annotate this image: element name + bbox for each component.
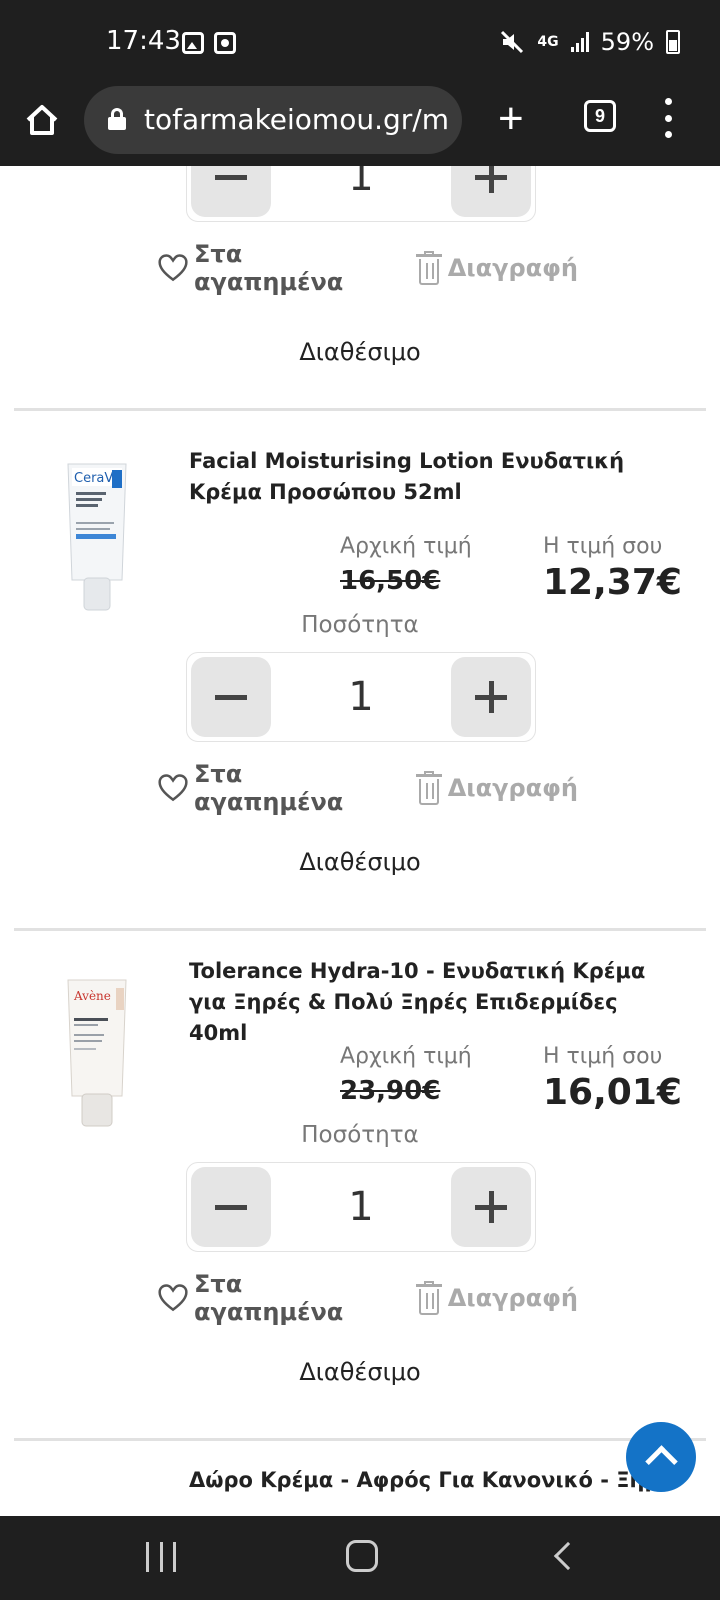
availability-status: Διαθέσιμο [299, 1358, 421, 1386]
gallery-notification-icon [182, 32, 204, 54]
address-bar[interactable]: tofarmakeiomou.gr/m [84, 86, 462, 154]
quantity-value[interactable]: 1 [271, 653, 451, 741]
product-title[interactable]: Facial Moisturising Lotion Ενυδατική Κρέ… [189, 446, 659, 508]
your-price-label: Η τιμή σου [543, 534, 663, 559]
decrease-quantity-button[interactable] [191, 1167, 271, 1247]
item-actions: Στα αγαπημένα Διαγραφή [158, 240, 578, 296]
availability-status: Διαθέσιμο [299, 338, 421, 366]
back-icon[interactable] [553, 1541, 583, 1571]
battery-icon [666, 30, 680, 54]
divider [14, 1438, 706, 1441]
original-price: 16,50€ [340, 566, 441, 596]
availability-status: Διαθέσιμο [299, 848, 421, 876]
status-time: 17:43 [106, 26, 181, 56]
product-brand-logo: Avène [73, 989, 111, 1003]
lock-icon [108, 108, 126, 130]
favorites-label: Στα αγαπημένα [194, 760, 344, 816]
screenshot-notification-icon [214, 32, 236, 54]
delete-button[interactable]: Διαγραφή [415, 771, 578, 805]
favorites-label: Στα αγαπημένα [194, 240, 344, 296]
your-price: 12,37€ [543, 562, 682, 603]
delete-label: Διαγραφή [447, 774, 578, 802]
delete-label: Διαγραφή [447, 254, 578, 282]
product-image-cerave[interactable]: CeraVe [62, 462, 132, 612]
add-to-favorites-button[interactable]: Στα αγαπημένα [158, 760, 366, 816]
recent-apps-icon[interactable] [146, 1542, 176, 1572]
menu-icon[interactable] [664, 98, 672, 138]
new-tab-icon[interactable]: + [498, 94, 524, 144]
battery-percent: 59% [600, 28, 654, 56]
mute-icon [501, 30, 524, 54]
your-price-label: Η τιμή σου [543, 1044, 663, 1069]
heart-icon [158, 1284, 188, 1312]
network-type: 4G [537, 34, 559, 50]
your-price: 16,01€ [543, 1072, 682, 1113]
decrease-quantity-button[interactable] [191, 166, 271, 217]
tab-switcher-button[interactable]: 9 [584, 100, 616, 132]
favorites-label: Στα αγαπημένα [194, 1270, 344, 1326]
quantity-stepper: 1 [186, 166, 536, 222]
increase-quantity-button[interactable] [451, 166, 531, 217]
increase-quantity-button[interactable] [451, 657, 531, 737]
add-to-favorites-button[interactable]: Στα αγαπημένα [158, 240, 366, 296]
decrease-quantity-button[interactable] [191, 657, 271, 737]
browser-toolbar: tofarmakeiomou.gr/m + 9 [0, 86, 720, 166]
original-price: 23,90€ [340, 1076, 441, 1106]
original-price-label: Αρχική τιμή [340, 534, 472, 559]
divider [14, 408, 706, 411]
quantity-value[interactable]: 1 [271, 1163, 451, 1251]
quantity-stepper: 1 [186, 1162, 536, 1252]
quantity-stepper: 1 [186, 652, 536, 742]
increase-quantity-button[interactable] [451, 1167, 531, 1247]
cart-list: 1 Στα αγαπημένα Διαγραφή Διαθέσιμο CeraV… [0, 166, 720, 1516]
scroll-to-top-button[interactable] [626, 1422, 696, 1492]
divider [14, 928, 706, 931]
heart-icon [158, 254, 188, 282]
delete-button[interactable]: Διαγραφή [415, 1281, 578, 1315]
notification-icons [182, 32, 236, 54]
home-icon[interactable] [22, 100, 62, 140]
status-bar: 17:43 4G 59% [0, 0, 720, 86]
product-title[interactable]: Tolerance Hydra-10 - Ενυδατική Κρέμα για… [189, 956, 659, 1049]
trash-icon [415, 771, 442, 805]
quantity-value[interactable]: 1 [271, 166, 451, 221]
delete-button[interactable]: Διαγραφή [415, 251, 578, 285]
quantity-label: Ποσότητα [301, 1122, 419, 1148]
trash-icon [415, 251, 442, 285]
original-price-label: Αρχική τιμή [340, 1044, 472, 1069]
add-to-favorites-button[interactable]: Στα αγαπημένα [158, 1270, 366, 1326]
trash-icon [415, 1281, 442, 1315]
product-image-avene[interactable]: Avène [62, 978, 132, 1128]
signal-icon [570, 32, 589, 52]
home-nav-icon[interactable] [346, 1540, 378, 1572]
status-right: 4G 59% [499, 28, 680, 56]
delete-label: Διαγραφή [447, 1284, 578, 1312]
item-actions: Στα αγαπημένα Διαγραφή [158, 760, 578, 816]
quantity-label: Ποσότητα [301, 612, 419, 638]
product-title[interactable]: Δώρο Κρέμα - Αφρός Για Κανονικό - Ξηρό [189, 1468, 674, 1492]
url-text: tofarmakeiomou.gr/m [144, 103, 449, 136]
system-navigation-bar [0, 1516, 720, 1600]
heart-icon [158, 774, 188, 802]
item-actions: Στα αγαπημένα Διαγραφή [158, 1270, 578, 1326]
